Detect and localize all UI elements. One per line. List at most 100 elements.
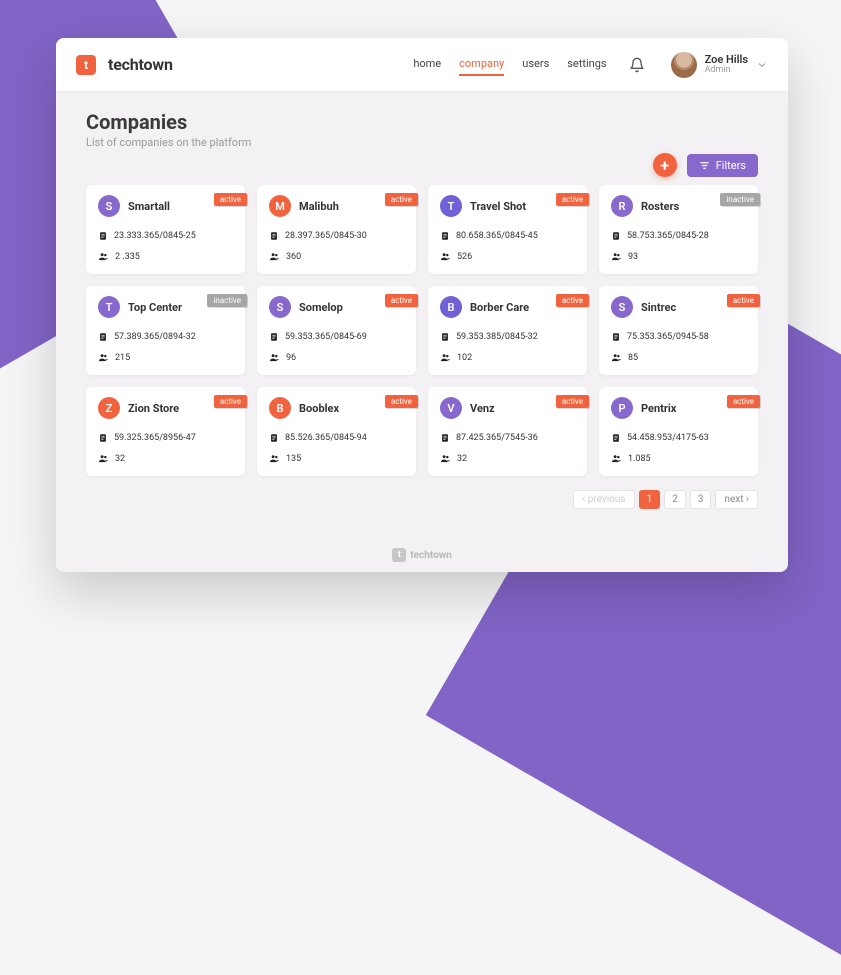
company-card[interactable]: inactiveTTop Center57.389.365/0894-32215 — [86, 286, 245, 375]
app-window: t techtown home company users settings Zoe … — [56, 38, 788, 572]
company-count: 215 — [115, 353, 130, 363]
company-name: Booblex — [299, 402, 339, 415]
company-name: Borber Care — [470, 301, 529, 314]
company-card[interactable]: active P Pentrix 54.458.953/4175-63 1.085 — [599, 387, 758, 476]
company-code: 80.658.365/0845-45 — [456, 231, 538, 241]
status-badge: active — [214, 193, 247, 206]
company-card[interactable]: activeSSomelop59.353.365/0845-6996 — [257, 286, 416, 375]
company-code: 58.753.365/0845-28 — [627, 231, 709, 241]
company-card[interactable]: activeBBooblex85.526.365/0845-94135 — [257, 387, 416, 476]
company-count: 93 — [628, 252, 638, 262]
nav-item-home[interactable]: home — [413, 53, 441, 76]
document-icon — [611, 231, 621, 241]
document-icon — [269, 231, 279, 241]
document-icon — [269, 332, 279, 342]
topbar: t techtown home company users settings Zoe … — [56, 38, 788, 92]
status-badge: active — [727, 294, 760, 307]
company-code: 59.325.365/8956-47 — [114, 433, 196, 443]
company-card[interactable]: activeZZion Store59.325.365/8956-4732 — [86, 387, 245, 476]
users-icon — [611, 453, 622, 464]
company-count: 526 — [457, 252, 472, 262]
document-icon — [269, 433, 279, 443]
document-icon — [98, 231, 108, 241]
footer-brand-name: techtown — [410, 550, 451, 561]
company-avatar: M — [269, 195, 291, 217]
company-count: 32 — [457, 454, 467, 464]
company-count: 32 — [115, 454, 125, 464]
add-button[interactable]: + — [653, 153, 677, 177]
company-code: 54.458.953/4175-63 — [627, 433, 709, 443]
company-name: Top Center — [128, 301, 182, 314]
notifications-icon[interactable] — [629, 57, 645, 73]
status-badge: inactive — [207, 294, 247, 307]
pager-page-2[interactable]: 2 — [664, 490, 686, 509]
company-card[interactable]: active T Travel Shot 80.658.365/0845-45 526 — [428, 185, 587, 274]
user-name: Zoe Hills — [705, 54, 748, 66]
company-code: 28.397.365/0845-30 — [285, 231, 367, 241]
chevron-down-icon — [756, 59, 768, 71]
company-count: 102 — [457, 353, 472, 363]
company-card[interactable]: activeSSmartall23.333.365/0845-252 .335 — [86, 185, 245, 274]
company-card[interactable]: active V Venz 87.425.365/7545-36 32 — [428, 387, 587, 476]
company-card[interactable]: inactiveRRosters58.753.365/0845-2893 — [599, 185, 758, 274]
users-icon — [269, 251, 280, 262]
company-avatar: B — [269, 397, 291, 419]
company-name: Malibuh — [299, 200, 339, 213]
pager-page-3[interactable]: 3 — [690, 490, 712, 509]
company-name: Venz — [470, 402, 495, 415]
company-avatar: B — [440, 296, 462, 318]
status-badge: active — [556, 395, 589, 408]
page-subtitle: List of companies on the platform — [86, 136, 758, 149]
company-code: 87.425.365/7545-36 — [456, 433, 538, 443]
company-card[interactable]: activeMMalibuh28.397.365/0845-30360 — [257, 185, 416, 274]
pager-next[interactable]: next › — [715, 490, 758, 509]
page-title: Companies — [86, 110, 758, 134]
company-card[interactable]: activeBBorber Care59.353.385/0845-32102 — [428, 286, 587, 375]
nav-item-users[interactable]: users — [522, 53, 549, 76]
document-icon — [440, 433, 450, 443]
company-count: 1.085 — [628, 454, 651, 464]
pager-prev[interactable]: ‹ previous — [573, 490, 634, 509]
brand-name: techtown — [108, 55, 173, 74]
company-avatar: Z — [98, 397, 120, 419]
company-count: 2 .335 — [115, 252, 140, 262]
user-menu[interactable]: Zoe Hills Admin — [657, 52, 768, 78]
user-role: Admin — [705, 66, 748, 76]
company-avatar: S — [611, 296, 633, 318]
company-name: Rosters — [641, 200, 679, 213]
document-icon — [440, 332, 450, 342]
company-avatar: R — [611, 195, 633, 217]
company-avatar: P — [611, 397, 633, 419]
nav-item-company[interactable]: company — [459, 53, 504, 76]
company-code: 75.353.365/0945-58 — [627, 332, 709, 342]
document-icon — [440, 231, 450, 241]
company-avatar: S — [269, 296, 291, 318]
company-count: 360 — [286, 252, 301, 262]
filters-label: Filters — [716, 159, 746, 172]
company-name: Travel Shot — [470, 200, 526, 213]
logo-icon: t — [76, 55, 96, 75]
users-icon — [611, 251, 622, 262]
company-count: 135 — [286, 454, 301, 464]
nav-item-settings[interactable]: settings — [567, 53, 606, 76]
status-badge: active — [556, 193, 589, 206]
users-icon — [269, 352, 280, 363]
document-icon — [98, 332, 108, 342]
filters-button[interactable]: Filters — [687, 154, 758, 177]
status-badge: active — [385, 294, 418, 307]
company-avatar: T — [440, 195, 462, 217]
company-avatar: V — [440, 397, 462, 419]
footer-brand: t techtown — [56, 542, 788, 572]
footer-logo-icon: t — [392, 548, 406, 562]
avatar — [671, 52, 697, 78]
company-avatar: S — [98, 195, 120, 217]
company-card[interactable]: activeSSintrec75.353.365/0945-5885 — [599, 286, 758, 375]
pager-page-1[interactable]: 1 — [639, 490, 661, 509]
company-name: Pentrix — [641, 402, 676, 415]
content-area: Companies List of companies on the platf… — [56, 92, 788, 542]
users-icon — [98, 453, 109, 464]
document-icon — [611, 433, 621, 443]
users-icon — [611, 352, 622, 363]
company-name: Smartall — [128, 200, 170, 213]
status-badge: active — [727, 395, 760, 408]
